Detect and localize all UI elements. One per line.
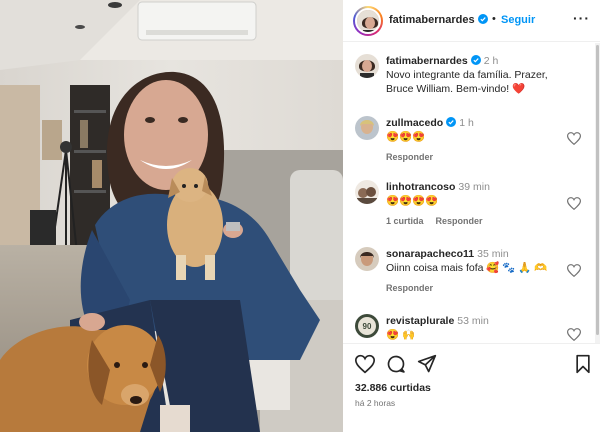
reply-button[interactable]: Responder: [436, 216, 483, 226]
commenter-avatar[interactable]: [355, 247, 379, 271]
author-avatar[interactable]: [353, 6, 383, 36]
author-username[interactable]: fatimabernardes: [389, 14, 488, 26]
comment-text: 😍 🙌: [386, 329, 416, 341]
post-photo-illustration: [0, 0, 343, 432]
verified-badge-icon: [477, 14, 488, 24]
more-options-icon[interactable]: ···: [573, 10, 590, 26]
heart-icon[interactable]: [567, 132, 581, 145]
comment-icon[interactable]: [386, 354, 406, 374]
heart-icon[interactable]: [567, 264, 581, 277]
post-timestamp: há 2 horas: [355, 398, 396, 408]
commenter-avatar[interactable]: [355, 116, 379, 140]
comment-actions: Responder: [386, 281, 566, 295]
comment-time: 53 min: [457, 315, 489, 327]
verified-badge-icon: [470, 55, 481, 65]
heart-icon[interactable]: [567, 328, 581, 341]
caption-author-avatar[interactable]: [355, 54, 379, 78]
commenter-avatar[interactable]: [355, 180, 379, 204]
commenter-name[interactable]: linhotrancoso: [386, 181, 455, 193]
comment-text: Oiinn coisa mais fofa 🥰 🐾 🙏 🫶: [386, 262, 548, 274]
post-photo[interactable]: [0, 0, 343, 432]
comment-text: 😍😍😍: [386, 131, 426, 143]
comments-list[interactable]: fatimabernardes 2 h Novo integrante da fa…: [343, 43, 595, 343]
heart-icon[interactable]: [567, 197, 581, 210]
caption-author-name[interactable]: fatimabernardes: [386, 55, 468, 67]
comment-actions: 1 curtida Responder: [386, 214, 566, 228]
caption-time: 2 h: [483, 55, 499, 67]
post-side-panel: fatimabernardes • Seguir ··· fatimaberna…: [343, 0, 600, 432]
verified-badge-icon: [446, 117, 457, 127]
follow-button[interactable]: Seguir: [501, 14, 535, 26]
commenter-name[interactable]: sonarapacheco11: [386, 248, 474, 260]
post-header: fatimabernardes • Seguir ···: [343, 0, 600, 42]
commenter-name[interactable]: revistaplurale: [386, 315, 454, 327]
commenter-avatar[interactable]: 90: [355, 314, 379, 338]
likes-count[interactable]: 32.886 curtidas: [355, 382, 431, 394]
comment-time: 35 min: [477, 248, 509, 260]
like-count-link[interactable]: 1 curtida: [386, 216, 424, 226]
svg-text:90: 90: [363, 322, 372, 331]
reply-button[interactable]: Responder: [386, 283, 433, 293]
comment-text: 😍😍😍😍: [386, 195, 439, 207]
comment-time: 1 h: [459, 117, 474, 129]
author-username-text: fatimabernardes: [389, 14, 475, 26]
header-separator: •: [492, 13, 496, 25]
bookmark-icon[interactable]: [573, 354, 593, 374]
post-actions-bar: 32.886 curtidas há 2 horas: [343, 343, 600, 432]
comments-scrollbar[interactable]: [595, 43, 600, 343]
send-icon[interactable]: [417, 354, 437, 374]
scrollbar-thumb[interactable]: [596, 45, 599, 335]
comment-time: 39 min: [458, 181, 490, 193]
commenter-name[interactable]: zullmacedo: [386, 117, 443, 129]
reply-button[interactable]: Responder: [386, 152, 433, 162]
heart-icon[interactable]: [355, 354, 375, 374]
caption-heart-emoji: ❤️: [512, 83, 526, 95]
comment-actions: Responder: [386, 150, 566, 164]
